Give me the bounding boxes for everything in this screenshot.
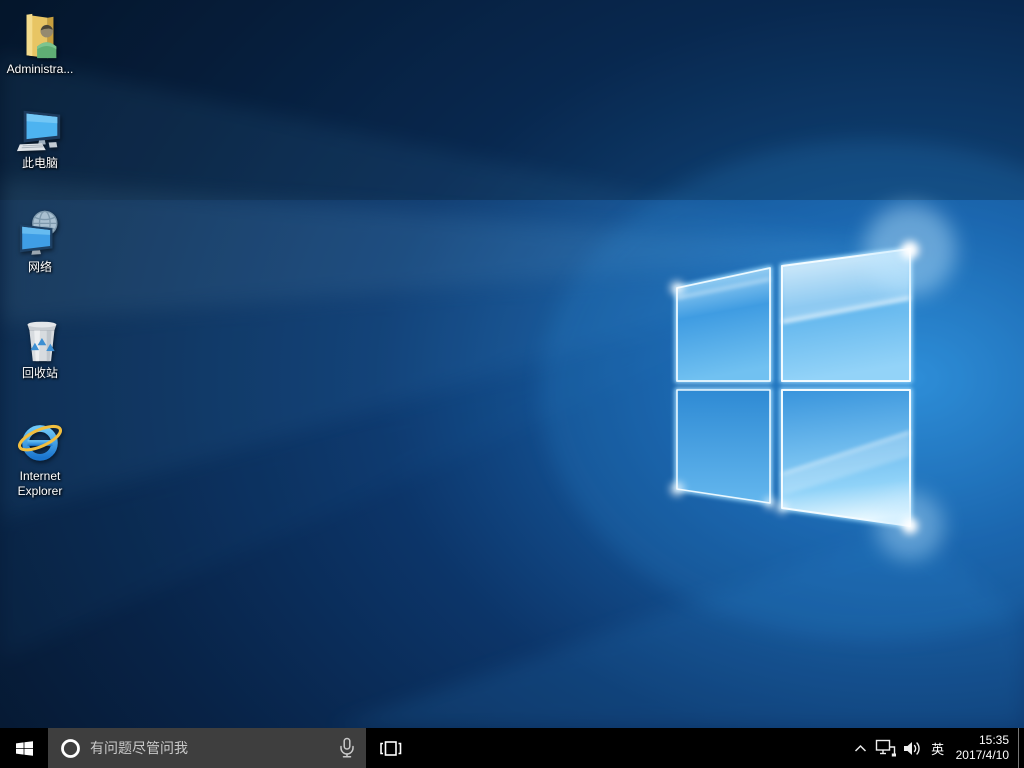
clock[interactable]: 15:35 2017/4/10 [951,728,1018,768]
clock-date: 2017/4/10 [956,748,1009,763]
search-box[interactable] [48,728,366,768]
desktop-icon-network[interactable]: 网络 [2,208,78,275]
task-view-icon [378,738,403,759]
internet-explorer-icon [15,417,65,467]
computer-icon [15,104,65,154]
search-input[interactable] [90,740,329,756]
system-tray: 英 15:35 2017/4/10 [849,728,1024,768]
taskbar: 英 15:35 2017/4/10 [0,728,1024,768]
desktop-icon-recycle-bin[interactable]: 回收站 [2,314,78,381]
windows-logo-icon [16,741,33,756]
volume-tray-button[interactable] [899,728,925,768]
start-button[interactable] [0,728,48,768]
desktop-icon-this-pc[interactable]: 此电脑 [2,104,78,171]
windows-desktop-screen: Administra... 此电脑 [0,0,1024,768]
desktop-icon-label: Internet Explorer [3,469,77,499]
network-tray-button[interactable] [873,728,899,768]
language-indicator[interactable]: 英 [925,728,951,768]
recycle-bin-icon [15,314,65,364]
chevron-up-icon [854,744,867,753]
taskbar-empty-area [414,728,849,768]
task-view-button[interactable] [366,728,414,768]
wallpaper [0,0,1024,728]
user-folder-icon [15,10,65,60]
show-desktop-button[interactable] [1018,728,1024,768]
network-globe-icon [15,208,65,258]
tray-overflow-button[interactable] [849,728,873,768]
network-tray-icon [875,739,896,757]
desktop-icon-label: 网络 [28,260,52,275]
microphone-icon[interactable] [338,737,356,759]
clock-time: 15:35 [979,733,1009,748]
desktop-icon-internet-explorer[interactable]: Internet Explorer [2,417,78,499]
desktop-icon-label: 回收站 [22,366,58,381]
desktop-icon-label: 此电脑 [22,156,58,171]
desktop-icon-label: Administra... [7,62,74,77]
volume-icon [902,740,922,757]
cortana-circle-icon [60,738,81,759]
desktop-icon-administrator[interactable]: Administra... [2,10,78,77]
desktop-area[interactable]: Administra... 此电脑 [0,0,1024,728]
